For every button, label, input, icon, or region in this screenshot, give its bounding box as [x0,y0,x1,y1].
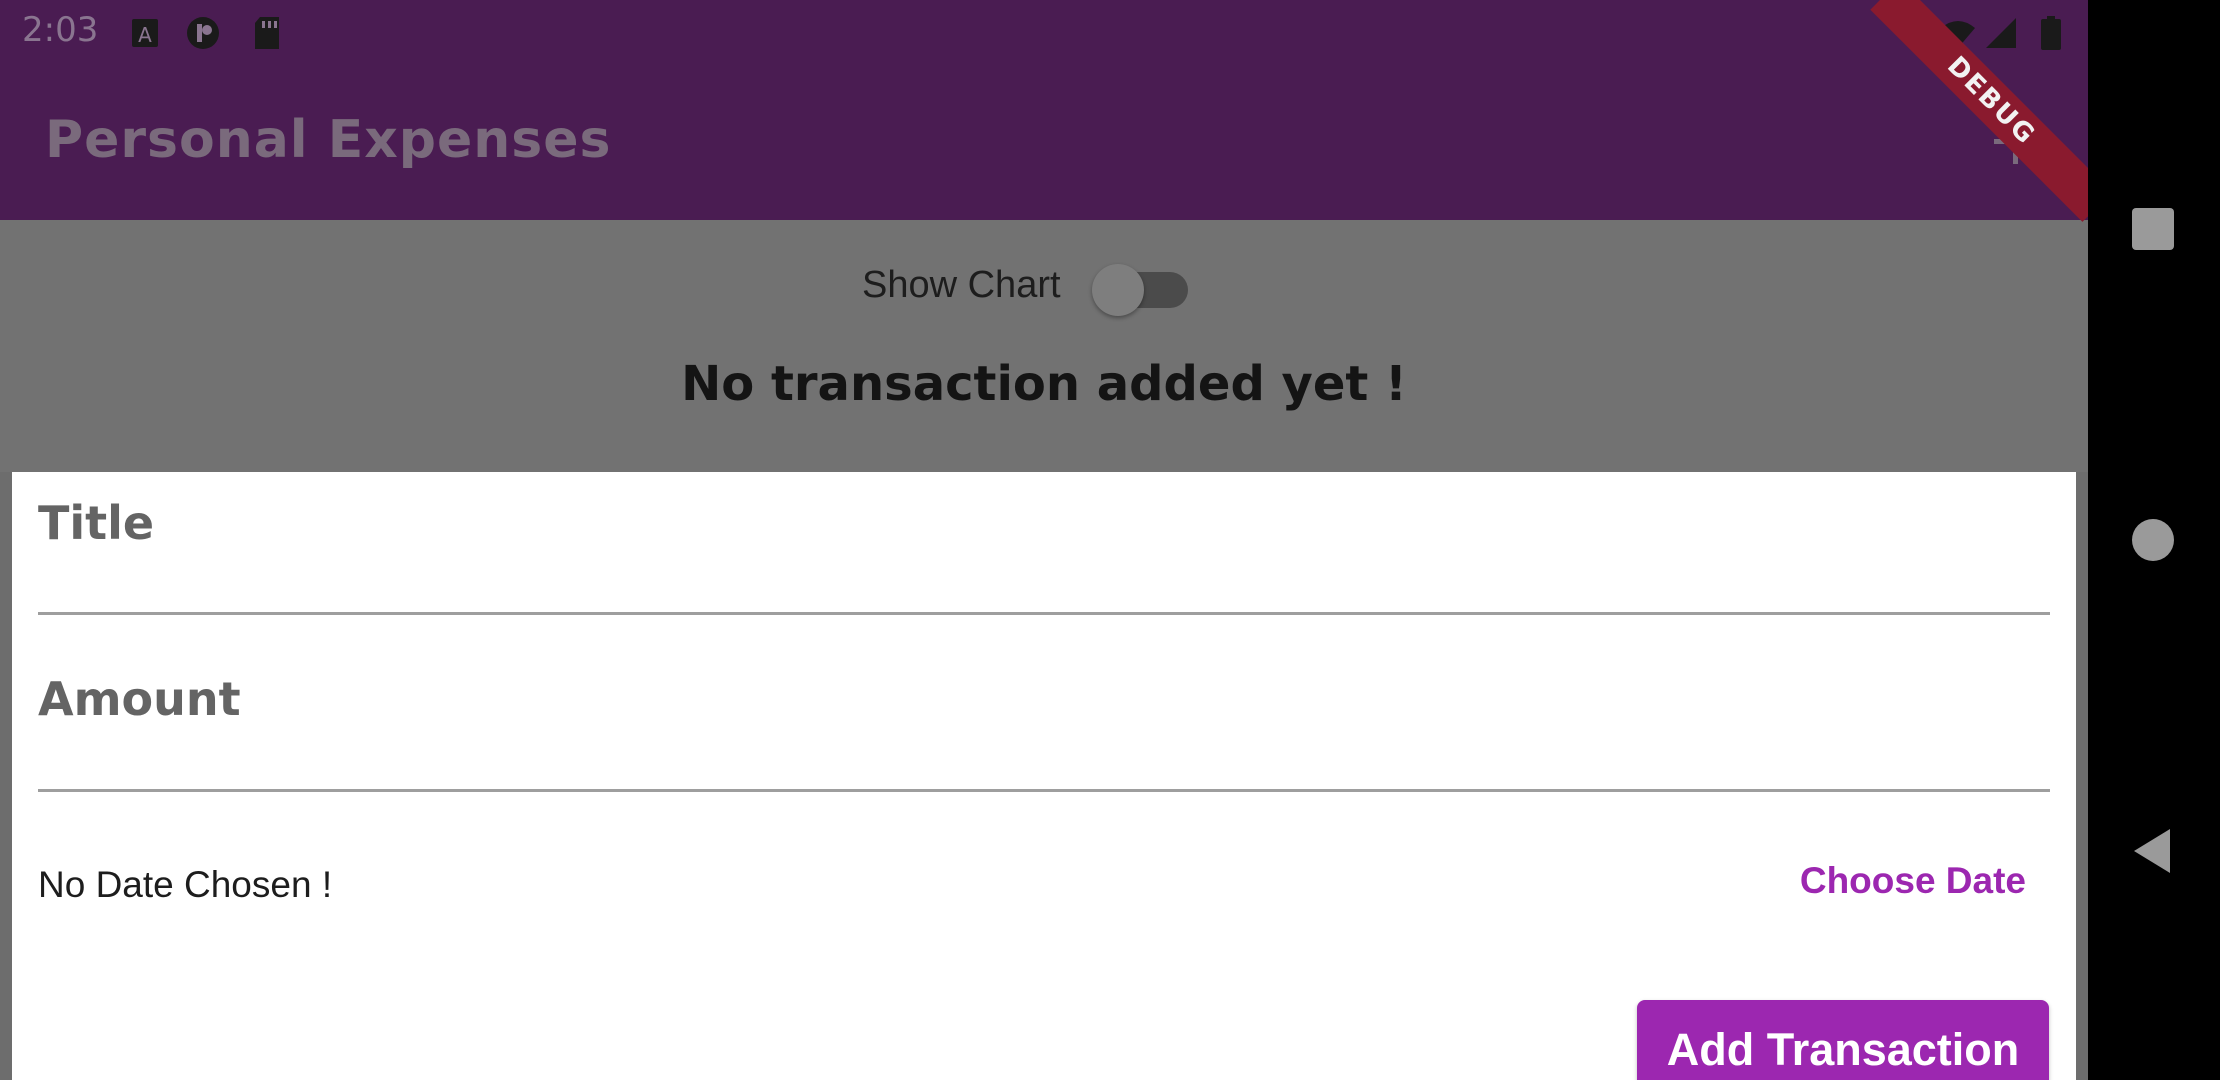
title-field[interactable]: Title [38,472,2054,615]
amount-field[interactable]: Amount [38,630,2054,792]
date-status-text: No Date Chosen ! [38,864,333,905]
battery-icon [2041,16,2061,50]
app-screen: 2:03 A Personal Expenses Show Chart No t… [0,0,2088,1080]
scrim-content-area: Show Chart No transaction added yet ! [0,220,2088,472]
switch-thumb [1092,264,1144,316]
status-bar: 2:03 A [0,0,2088,66]
choose-date-button[interactable]: Choose Date [1800,860,2026,902]
sd-card-icon [255,17,279,49]
app-bar: Personal Expenses [0,66,2088,220]
add-transaction-button[interactable]: Add Transaction [1637,1000,2049,1080]
title-input[interactable] [38,550,2054,612]
app-notification-icon [187,17,219,49]
home-icon[interactable] [2128,515,2178,565]
amount-input[interactable] [38,727,2054,789]
recent-apps-icon[interactable] [2128,204,2178,254]
new-transaction-sheet: Title Amount No Date Chosen ! Choose Dat… [0,472,2088,1080]
show-chart-switch[interactable] [1092,264,1192,316]
sheet-edge [0,472,12,1080]
signal-icon [1986,18,2016,48]
navigation-bar [2088,0,2220,1080]
status-time: 2:03 [22,10,99,50]
title-field-label: Title [38,496,155,550]
svg-text:A: A [138,23,152,47]
accessibility-icon: A [132,19,158,47]
app-title: Personal Expenses [45,110,612,170]
empty-transactions-message: No transaction added yet ! [681,356,1407,412]
sheet-edge [2076,472,2088,1080]
show-chart-label: Show Chart [862,264,1061,306]
amount-field-label: Amount [38,672,241,726]
back-icon[interactable] [2128,826,2178,876]
